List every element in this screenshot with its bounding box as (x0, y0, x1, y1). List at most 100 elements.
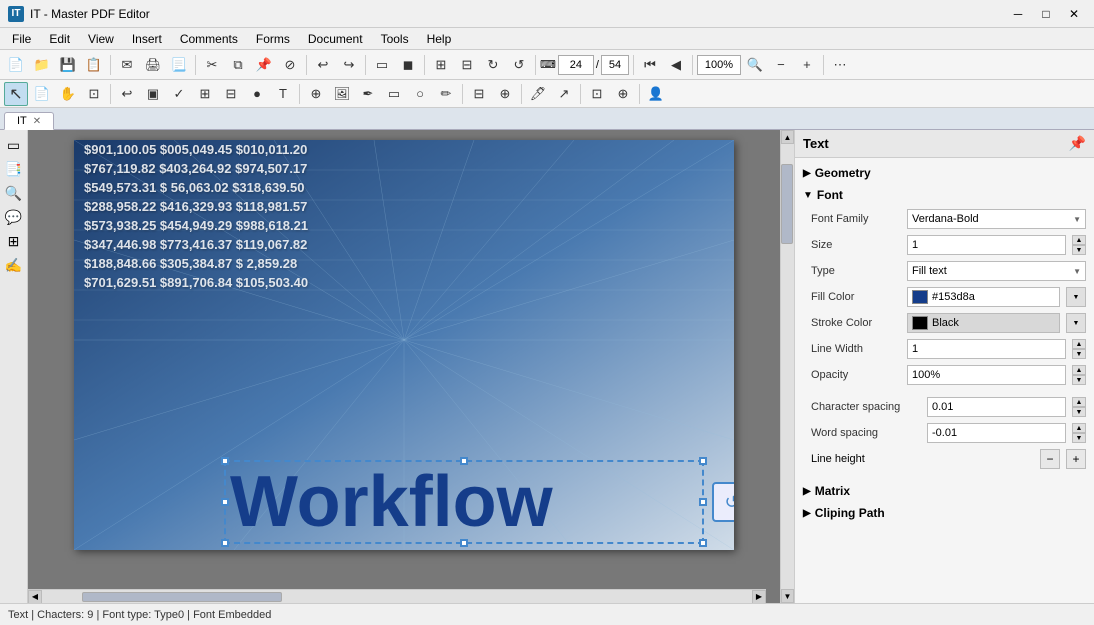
font-size-input[interactable]: 24 (558, 55, 594, 75)
text-tool[interactable]: T (271, 82, 295, 106)
zoom-input[interactable]: 100% (697, 55, 741, 75)
fill-button[interactable]: ◼ (396, 53, 420, 77)
ruler-tool[interactable]: ⊟ (219, 82, 243, 106)
size-down[interactable]: ▼ (1072, 245, 1086, 255)
size-spinner[interactable]: ▲ ▼ (1072, 235, 1086, 255)
email-button[interactable]: ✉ (115, 53, 139, 77)
save-as-button[interactable]: 📋 (82, 53, 106, 77)
menu-comments[interactable]: Comments (172, 30, 246, 48)
rotate-ccw-button[interactable]: ↺ (507, 53, 531, 77)
rotate-cw-button[interactable]: ↻ (481, 53, 505, 77)
media-tool[interactable]: ▣ (141, 82, 165, 106)
lw-up[interactable]: ▲ (1072, 339, 1086, 349)
line-height-plus[interactable]: + (1066, 449, 1086, 469)
zoom-btn[interactable]: 🔍 (743, 53, 767, 77)
page-view-button[interactable]: ⊞ (429, 53, 453, 77)
handle-bot-right[interactable] (699, 539, 707, 547)
menu-insert[interactable]: Insert (124, 30, 170, 48)
arrow-tool[interactable]: ↗ (552, 82, 576, 106)
scroll-up-button[interactable]: ▲ (781, 130, 794, 144)
new-button[interactable]: 📄 (4, 53, 28, 77)
copy-button[interactable]: ⧉ (226, 53, 250, 77)
h-scroll-track[interactable] (42, 591, 752, 603)
back-tool[interactable]: ↩ (115, 82, 139, 106)
handle-bot-mid[interactable] (460, 539, 468, 547)
lw-down[interactable]: ▼ (1072, 349, 1086, 359)
close-button[interactable]: ✕ (1062, 5, 1086, 23)
select-button[interactable]: ▭ (370, 53, 394, 77)
layers-toggle[interactable]: ⊞ (3, 230, 25, 252)
handle-top-left[interactable] (221, 457, 229, 465)
selected-text-box[interactable]: Workflow ↺ (224, 460, 704, 544)
maximize-button[interactable]: □ (1034, 5, 1058, 23)
fill-color-value[interactable]: #153d8a (907, 287, 1060, 307)
menu-file[interactable]: File (4, 30, 39, 48)
select2-tool[interactable]: ⊡ (82, 82, 106, 106)
v-scrollbar[interactable]: ▲ ▼ (780, 130, 794, 603)
pen-tool[interactable]: ✒ (356, 82, 380, 106)
select-tool[interactable]: ↖ (4, 82, 28, 106)
signature-side[interactable]: ✍ (3, 254, 25, 276)
scroll-track[interactable] (781, 144, 794, 589)
tab-close-icon[interactable]: ✕ (33, 116, 41, 127)
op-up[interactable]: ▲ (1072, 365, 1086, 375)
zoom-out-button[interactable]: − (769, 53, 793, 77)
menu-edit[interactable]: Edit (41, 30, 78, 48)
handle-mid-left[interactable] (221, 498, 229, 506)
tab-it[interactable]: IT ✕ (4, 112, 54, 130)
layout-button[interactable]: ⊟ (455, 53, 479, 77)
first-page-button[interactable]: ⏮ (638, 53, 662, 77)
font-section[interactable]: ▼ Font (795, 184, 1094, 206)
size-input[interactable]: 1 (907, 235, 1066, 255)
print2-button[interactable]: 📃 (167, 53, 191, 77)
undo-button[interactable]: ↩ (311, 53, 335, 77)
save-button[interactable]: 💾 (56, 53, 80, 77)
zoom-in-button[interactable]: + (795, 53, 819, 77)
ws-spinner[interactable]: ▲ ▼ (1072, 423, 1086, 443)
cs-down[interactable]: ▼ (1072, 407, 1086, 417)
type-select[interactable]: Fill text (907, 261, 1086, 281)
geometry-section[interactable]: ▶ Geometry (795, 162, 1094, 184)
bookmark-toggle[interactable]: 📑 (3, 158, 25, 180)
stroke-color-arrow[interactable]: ▼ (1066, 313, 1086, 333)
h-scrollbar[interactable]: ◀ ▶ (28, 589, 766, 603)
font-family-select[interactable]: Verdana-Bold (907, 209, 1086, 229)
menu-view[interactable]: View (80, 30, 122, 48)
op-down[interactable]: ▼ (1072, 375, 1086, 385)
marquee-tool[interactable]: ⊡ (585, 82, 609, 106)
cs-up[interactable]: ▲ (1072, 397, 1086, 407)
menu-forms[interactable]: Forms (248, 30, 298, 48)
select3-tool[interactable]: ⊞ (193, 82, 217, 106)
h-scroll-right[interactable]: ▶ (752, 590, 766, 604)
highlight-tool[interactable]: 🖊 (526, 82, 550, 106)
scroll-thumb[interactable] (781, 164, 793, 244)
hand-tool[interactable]: ✋ (56, 82, 80, 106)
ws-up[interactable]: ▲ (1072, 423, 1086, 433)
paste-button[interactable]: 📌 (252, 53, 276, 77)
opacity-input[interactable]: 100% (907, 365, 1066, 385)
word-spacing-input[interactable]: -0.01 (927, 423, 1066, 443)
crop-tool[interactable]: ⊟ (467, 82, 491, 106)
signature-tool[interactable]: 👤 (644, 82, 668, 106)
ws-down[interactable]: ▼ (1072, 433, 1086, 443)
cut-button[interactable]: ✂ (200, 53, 224, 77)
h-scroll-left[interactable]: ◀ (28, 590, 42, 604)
rotate-handle[interactable]: ↺ (712, 482, 734, 522)
fill-color-arrow[interactable]: ▼ (1066, 287, 1086, 307)
menu-help[interactable]: Help (419, 30, 460, 48)
search-toggle[interactable]: 🔍 (3, 182, 25, 204)
pencil-tool[interactable]: ✏ (434, 82, 458, 106)
line-height-minus[interactable]: − (1040, 449, 1060, 469)
more-button[interactable]: ⋯ (828, 53, 852, 77)
line-width-spinner[interactable]: ▲ ▼ (1072, 339, 1086, 359)
link-tool[interactable]: ⊕ (304, 82, 328, 106)
redo-button[interactable]: ↪ (337, 53, 361, 77)
stamp-tool[interactable]: ⊕ (493, 82, 517, 106)
page-total-input[interactable]: 54 (601, 55, 629, 75)
page-tool[interactable]: 📄 (30, 82, 54, 106)
open-button[interactable]: 📁 (30, 53, 54, 77)
print-button[interactable]: 🖨 (141, 53, 165, 77)
panel-pin-icon[interactable]: 📌 (1069, 135, 1086, 152)
measure-tool[interactable]: ⊕ (611, 82, 635, 106)
circle-tool[interactable]: ● (245, 82, 269, 106)
